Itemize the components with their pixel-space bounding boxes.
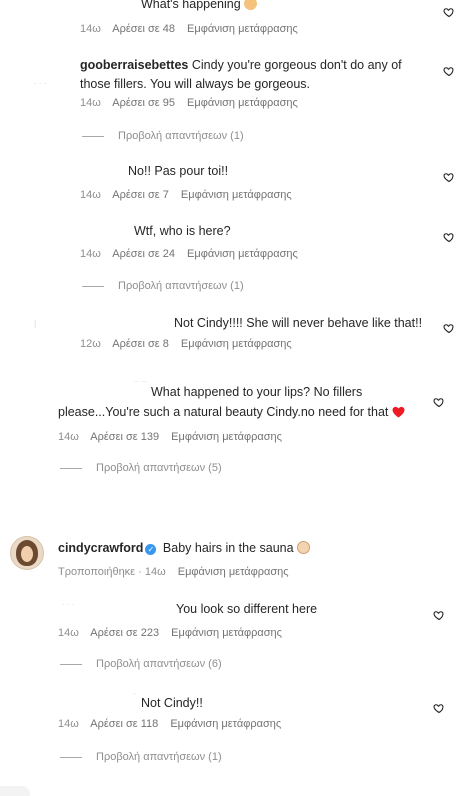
comment-text: You look so different here: [176, 600, 317, 619]
comment-meta: 14ω Αρέσει σε 24 Εμφάνιση μετάφρασης: [80, 248, 307, 260]
see-translation-link[interactable]: Εμφάνιση μετάφρασης: [178, 566, 289, 578]
replies-divider: [60, 756, 82, 758]
comment-text: What's happening: [141, 0, 258, 14]
comment-body: Not Cindy!!: [141, 696, 203, 710]
like-heart-icon[interactable]: [433, 609, 445, 621]
caption-text: Baby hairs in the sauna: [162, 541, 294, 555]
comment-time: 14ω: [80, 23, 101, 35]
like-heart-icon[interactable]: [443, 65, 455, 77]
like-heart-icon[interactable]: [443, 322, 455, 334]
comment-meta: 14ω Αρέσει σε 48 Εμφάνιση μετάφρασης: [80, 23, 307, 35]
replies-divider: [82, 135, 104, 137]
view-replies-button[interactable]: Προβολή απαντήσεων (1): [82, 280, 244, 292]
comment-time: 14ω: [80, 189, 101, 201]
see-translation-link[interactable]: Εμφάνιση μετάφρασης: [187, 23, 298, 35]
like-heart-icon[interactable]: [443, 231, 455, 243]
comment-likes[interactable]: Αρέσει σε 139: [90, 431, 159, 443]
view-replies-label: Προβολή απαντήσεων (1): [118, 130, 244, 142]
comment-time: 14ω: [80, 248, 101, 260]
comment-meta: 12ω Αρέσει σε 8 Εμφάνιση μετάφρασης: [80, 338, 301, 350]
comment-likes[interactable]: Αρέσει σε 24: [112, 248, 175, 260]
view-replies-button[interactable]: Προβολή απαντήσεων (6): [60, 658, 222, 670]
comment-text-line: please...You're such a natural beauty Ci…: [58, 403, 405, 424]
see-translation-link[interactable]: Εμφάνιση μετάφρασης: [170, 718, 281, 730]
comment-text: Wtf, who is here?: [134, 222, 231, 241]
post-meta: Τροποποιήθηκε · 14ω Εμφάνιση μετάφρασης: [58, 566, 298, 578]
next-avatar-partial: [0, 786, 30, 796]
comment-meta: 14ω Αρέσει σε 7 Εμφάνιση μετάφρασης: [80, 189, 301, 201]
comment-time: 12ω: [80, 338, 101, 350]
comment-body: You look so different here: [176, 602, 318, 616]
comment-likes[interactable]: Αρέσει σε 7: [112, 189, 169, 201]
comment-time: 14ω: [80, 97, 101, 109]
see-translation-link[interactable]: Εμφάνιση μετάφρασης: [171, 627, 282, 639]
view-replies-button[interactable]: Προβολή απαντήσεων (1): [60, 751, 222, 763]
view-replies-label: Προβολή απαντήσεων (1): [118, 280, 244, 292]
view-replies-label: Προβολή απαντήσεων (1): [96, 751, 222, 763]
view-replies-label: Προβολή απαντήσεων (5): [96, 462, 222, 474]
comment-text: Not Cindy!!!! She will never behave like…: [174, 314, 422, 333]
like-heart-icon[interactable]: [433, 702, 445, 714]
like-heart-icon[interactable]: [433, 396, 445, 408]
comment-body: Not Cindy!!!! She will never behave like…: [174, 316, 423, 330]
edited-label: Τροποποιήθηκε · 14ω: [58, 566, 166, 578]
view-replies-button[interactable]: Προβολή απαντήσεων (1): [82, 130, 244, 142]
avatar-placeholder: `: [133, 692, 136, 702]
comment-meta: 14ω Αρέσει σε 223 Εμφάνιση μετάφρασης: [58, 627, 291, 639]
baby-emoji: [297, 541, 311, 554]
comment-time: 14ω: [58, 718, 79, 730]
post-username[interactable]: cindycrawford: [58, 541, 143, 555]
comment-likes[interactable]: Αρέσει σε 8: [112, 338, 169, 350]
comment-body: What's happening: [141, 0, 241, 11]
red-heart-emoji: [392, 405, 405, 424]
comment-time: 14ω: [58, 627, 79, 639]
avatar-placeholder: ¯ ¯: [134, 380, 147, 390]
comment-text-line: What happened to your lips? No fillers: [151, 383, 362, 402]
see-translation-link[interactable]: Εμφάνιση μετάφρασης: [181, 189, 292, 201]
comment-body: What happened to your lips? No fillers: [151, 385, 363, 399]
see-translation-link[interactable]: Εμφάνιση μετάφρασης: [187, 97, 298, 109]
comment-meta: 14ω Αρέσει σε 95 Εμφάνιση μετάφρασης: [80, 97, 307, 109]
avatar-placeholder: |: [34, 318, 37, 328]
see-translation-link[interactable]: Εμφάνιση μετάφρασης: [171, 431, 282, 443]
comment-text: No!! Pas pour toi!!: [128, 162, 228, 181]
comment-time: 14ω: [58, 431, 79, 443]
replies-divider: [82, 285, 104, 287]
replies-divider: [60, 663, 82, 665]
comment-likes[interactable]: Αρέσει σε 48: [112, 23, 175, 35]
avatar[interactable]: [10, 536, 44, 570]
comment-likes[interactable]: Αρέσει σε 95: [112, 97, 175, 109]
see-translation-link[interactable]: Εμφάνιση μετάφρασης: [181, 338, 292, 350]
view-replies-label: Προβολή απαντήσεων (6): [96, 658, 222, 670]
like-heart-icon[interactable]: [443, 6, 455, 18]
comment-body: Wtf, who is here?: [134, 224, 231, 238]
comment-body: please...You're such a natural beauty Ci…: [58, 405, 389, 419]
comment-body: No!! Pas pour toi!!: [128, 164, 229, 178]
avatar-placeholder: . . .: [34, 76, 47, 86]
avatar-face: [21, 546, 33, 562]
comment-likes[interactable]: Αρέσει σε 223: [90, 627, 159, 639]
comment-meta: 14ω Αρέσει σε 139 Εμφάνιση μετάφρασης: [58, 431, 291, 443]
comment-text: gooberraisebettes Cindy you're gorgeous …: [80, 56, 430, 94]
verified-badge-icon: ✓: [145, 544, 157, 555]
comment-meta: 14ω Αρέσει σε 118 Εμφάνιση μετάφρασης: [58, 718, 290, 730]
comment-username[interactable]: gooberraisebettes: [80, 58, 188, 72]
avatar-placeholder: . . .: [62, 597, 75, 607]
post-caption: cindycrawford ✓ Baby hairs in the sauna: [58, 539, 311, 558]
like-heart-icon[interactable]: [443, 171, 455, 183]
comment-likes[interactable]: Αρέσει σε 118: [90, 718, 158, 730]
comment-text: Not Cindy!!: [141, 694, 203, 713]
view-replies-button[interactable]: Προβολή απαντήσεων (5): [60, 462, 222, 474]
woman-shrugging-emoji: [244, 0, 258, 10]
see-translation-link[interactable]: Εμφάνιση μετάφρασης: [187, 248, 298, 260]
replies-divider: [60, 467, 82, 469]
